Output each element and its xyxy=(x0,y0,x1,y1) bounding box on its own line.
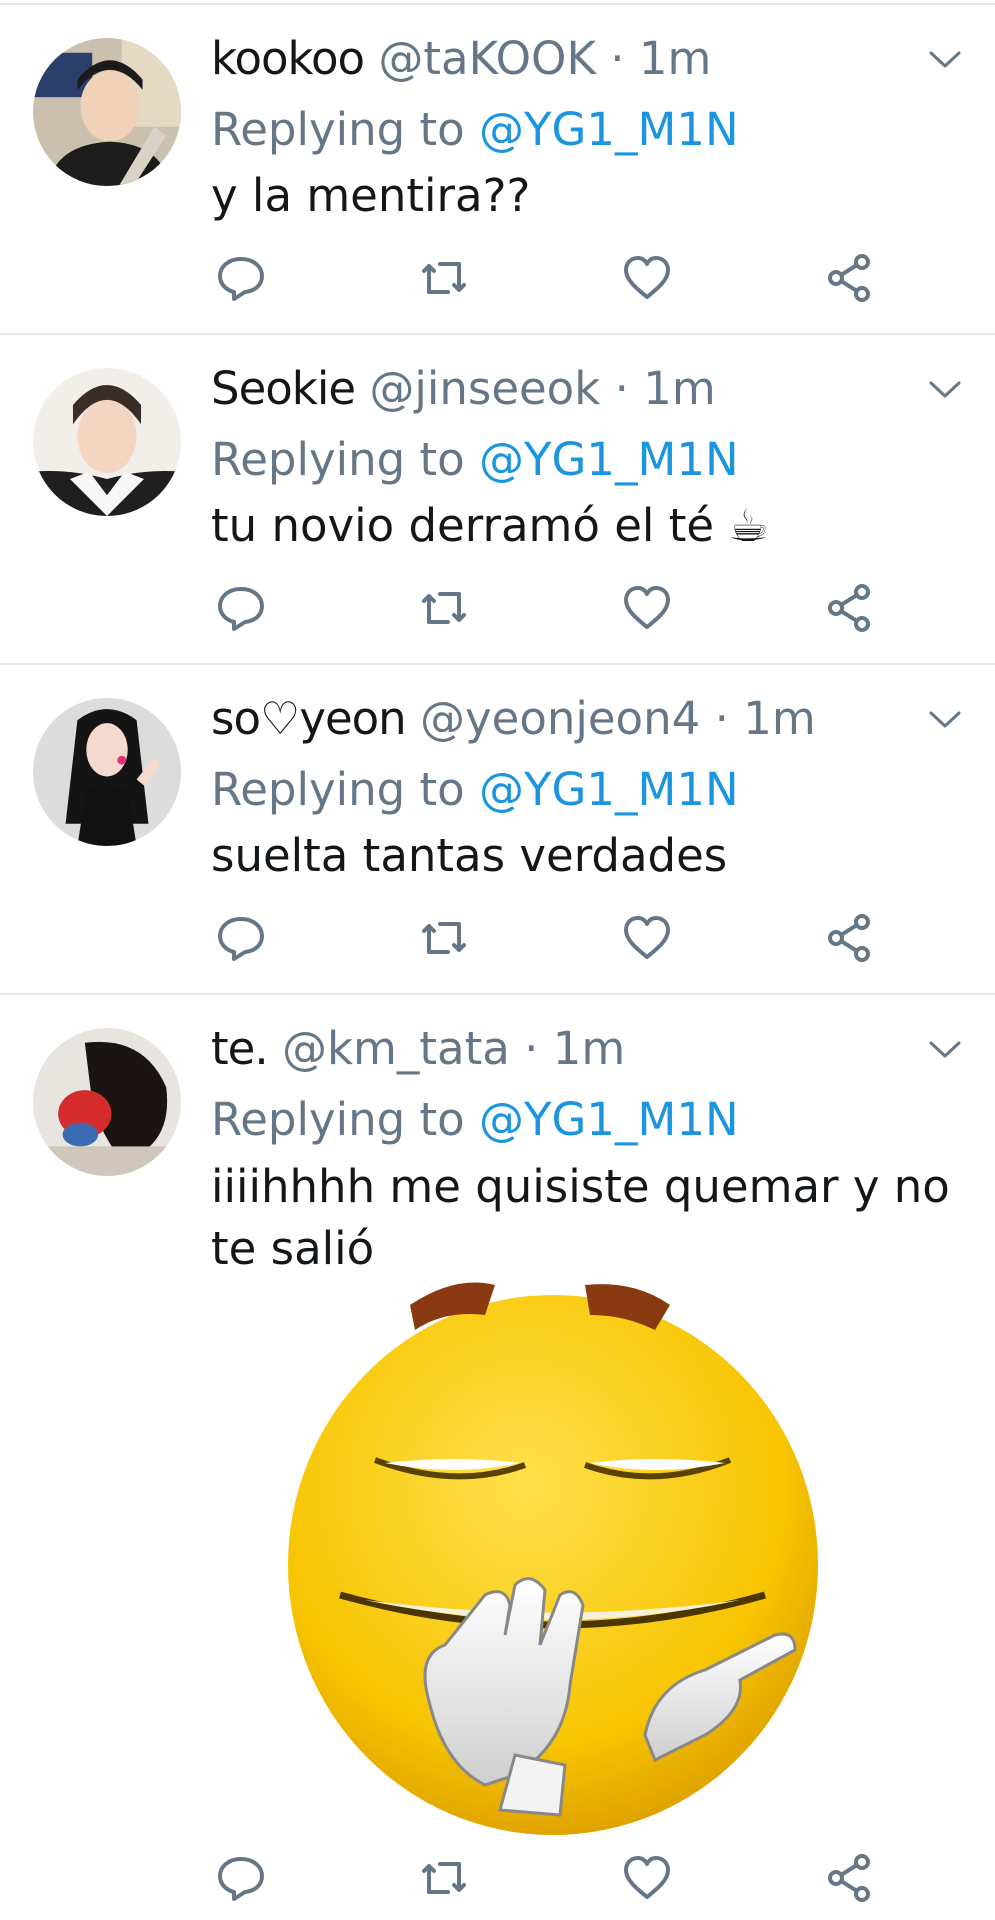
separator-dot: · xyxy=(614,362,629,415)
retweet-button[interactable] xyxy=(414,578,474,638)
mention-link[interactable]: @YG1_M1N xyxy=(479,103,739,156)
reply-icon xyxy=(218,1857,264,1901)
tweet-actions xyxy=(211,248,901,308)
reply-icon xyxy=(218,257,264,301)
like-icon xyxy=(624,916,670,959)
replying-prefix: Replying to xyxy=(211,1093,465,1146)
share-button[interactable] xyxy=(820,248,880,308)
tweet-header: kookoo @taKOOK · 1m xyxy=(211,29,911,89)
mention-link[interactable]: @YG1_M1N xyxy=(479,763,739,816)
display-name[interactable]: te. xyxy=(211,1022,269,1075)
tweet-header: Seokie @jinseeok · 1m xyxy=(211,359,911,419)
retweet-icon xyxy=(422,922,466,954)
reply-icon xyxy=(218,587,264,631)
retweet-icon xyxy=(422,1862,466,1894)
replying-to-line: Replying to @YG1_M1N xyxy=(211,100,739,160)
display-name[interactable]: kookoo xyxy=(211,32,365,85)
like-button[interactable] xyxy=(617,1848,677,1908)
like-icon xyxy=(624,1856,670,1899)
tweet-text: suelta tantas verdades xyxy=(211,829,728,882)
tweet-text: tu novio derramó el té ☕ xyxy=(211,499,769,552)
reply-button[interactable] xyxy=(211,908,271,968)
share-icon xyxy=(828,914,870,962)
retweet-icon xyxy=(422,592,466,624)
user-handle[interactable]: @taKOOK xyxy=(378,32,596,85)
like-button[interactable] xyxy=(617,248,677,308)
replying-prefix: Replying to xyxy=(211,103,465,156)
tweet-actions xyxy=(211,1848,901,1908)
user-handle[interactable]: @yeonjeon4 xyxy=(420,692,700,745)
reply-button[interactable] xyxy=(211,1848,271,1908)
separator-dot: · xyxy=(714,692,729,745)
avatar[interactable] xyxy=(33,1028,181,1176)
chevron-down-icon[interactable] xyxy=(928,48,962,72)
chevron-down-icon[interactable] xyxy=(928,1038,962,1062)
mention-link[interactable]: @YG1_M1N xyxy=(479,433,739,486)
share-button[interactable] xyxy=(820,1848,880,1908)
replying-prefix: Replying to xyxy=(211,433,465,486)
top-divider xyxy=(0,3,995,5)
tweet-divider xyxy=(0,333,995,335)
tweet-media-image[interactable] xyxy=(185,1265,955,1835)
avatar[interactable] xyxy=(33,698,181,846)
retweet-icon xyxy=(422,262,466,294)
retweet-button[interactable] xyxy=(414,908,474,968)
share-icon xyxy=(828,584,870,632)
tweet-header: te. @km_tata · 1m xyxy=(211,1019,911,1079)
chevron-down-icon[interactable] xyxy=(928,378,962,402)
like-icon xyxy=(624,256,670,299)
tweet-text: iiiihhhh me quisiste quemar y no te sali… xyxy=(211,1160,950,1275)
user-handle[interactable]: @km_tata xyxy=(282,1022,510,1075)
replying-to-line: Replying to @YG1_M1N xyxy=(211,430,739,490)
mention-link[interactable]: @YG1_M1N xyxy=(479,1093,739,1146)
timestamp[interactable]: 1m xyxy=(553,1022,625,1075)
reply-button[interactable] xyxy=(211,248,271,308)
tweet-header: so♡yeon @yeonjeon4 · 1m xyxy=(211,689,911,749)
replying-prefix: Replying to xyxy=(211,763,465,816)
tweet-divider xyxy=(0,663,995,665)
retweet-button[interactable] xyxy=(414,1848,474,1908)
tweet-actions xyxy=(211,578,901,638)
display-name[interactable]: Seokie xyxy=(211,362,356,415)
separator-dot: · xyxy=(524,1022,539,1075)
reply-button[interactable] xyxy=(211,578,271,638)
retweet-button[interactable] xyxy=(414,248,474,308)
avatar[interactable] xyxy=(33,368,181,516)
replying-to-line: Replying to @YG1_M1N xyxy=(211,760,739,820)
like-button[interactable] xyxy=(617,908,677,968)
share-button[interactable] xyxy=(820,578,880,638)
display-name[interactable]: so♡yeon xyxy=(211,692,407,745)
tweet-actions xyxy=(211,908,901,968)
user-handle[interactable]: @jinseeok xyxy=(369,362,600,415)
like-button[interactable] xyxy=(617,578,677,638)
share-icon xyxy=(828,1854,870,1902)
reply-icon xyxy=(218,917,264,961)
avatar[interactable] xyxy=(33,38,181,186)
replying-to-line: Replying to @YG1_M1N xyxy=(211,1090,739,1150)
timestamp[interactable]: 1m xyxy=(639,32,711,85)
like-icon xyxy=(624,586,670,629)
smirking-emoji-image xyxy=(288,1282,818,1835)
separator-dot: · xyxy=(610,32,625,85)
timeline: kookoo @taKOOK · 1m Replying to @YG1_M1N… xyxy=(0,0,995,1920)
share-icon xyxy=(828,254,870,302)
share-button[interactable] xyxy=(820,908,880,968)
chevron-down-icon[interactable] xyxy=(928,708,962,732)
timestamp[interactable]: 1m xyxy=(643,362,715,415)
tweet-text: y la mentira?? xyxy=(211,169,531,222)
timestamp[interactable]: 1m xyxy=(743,692,815,745)
tweet-divider xyxy=(0,993,995,995)
